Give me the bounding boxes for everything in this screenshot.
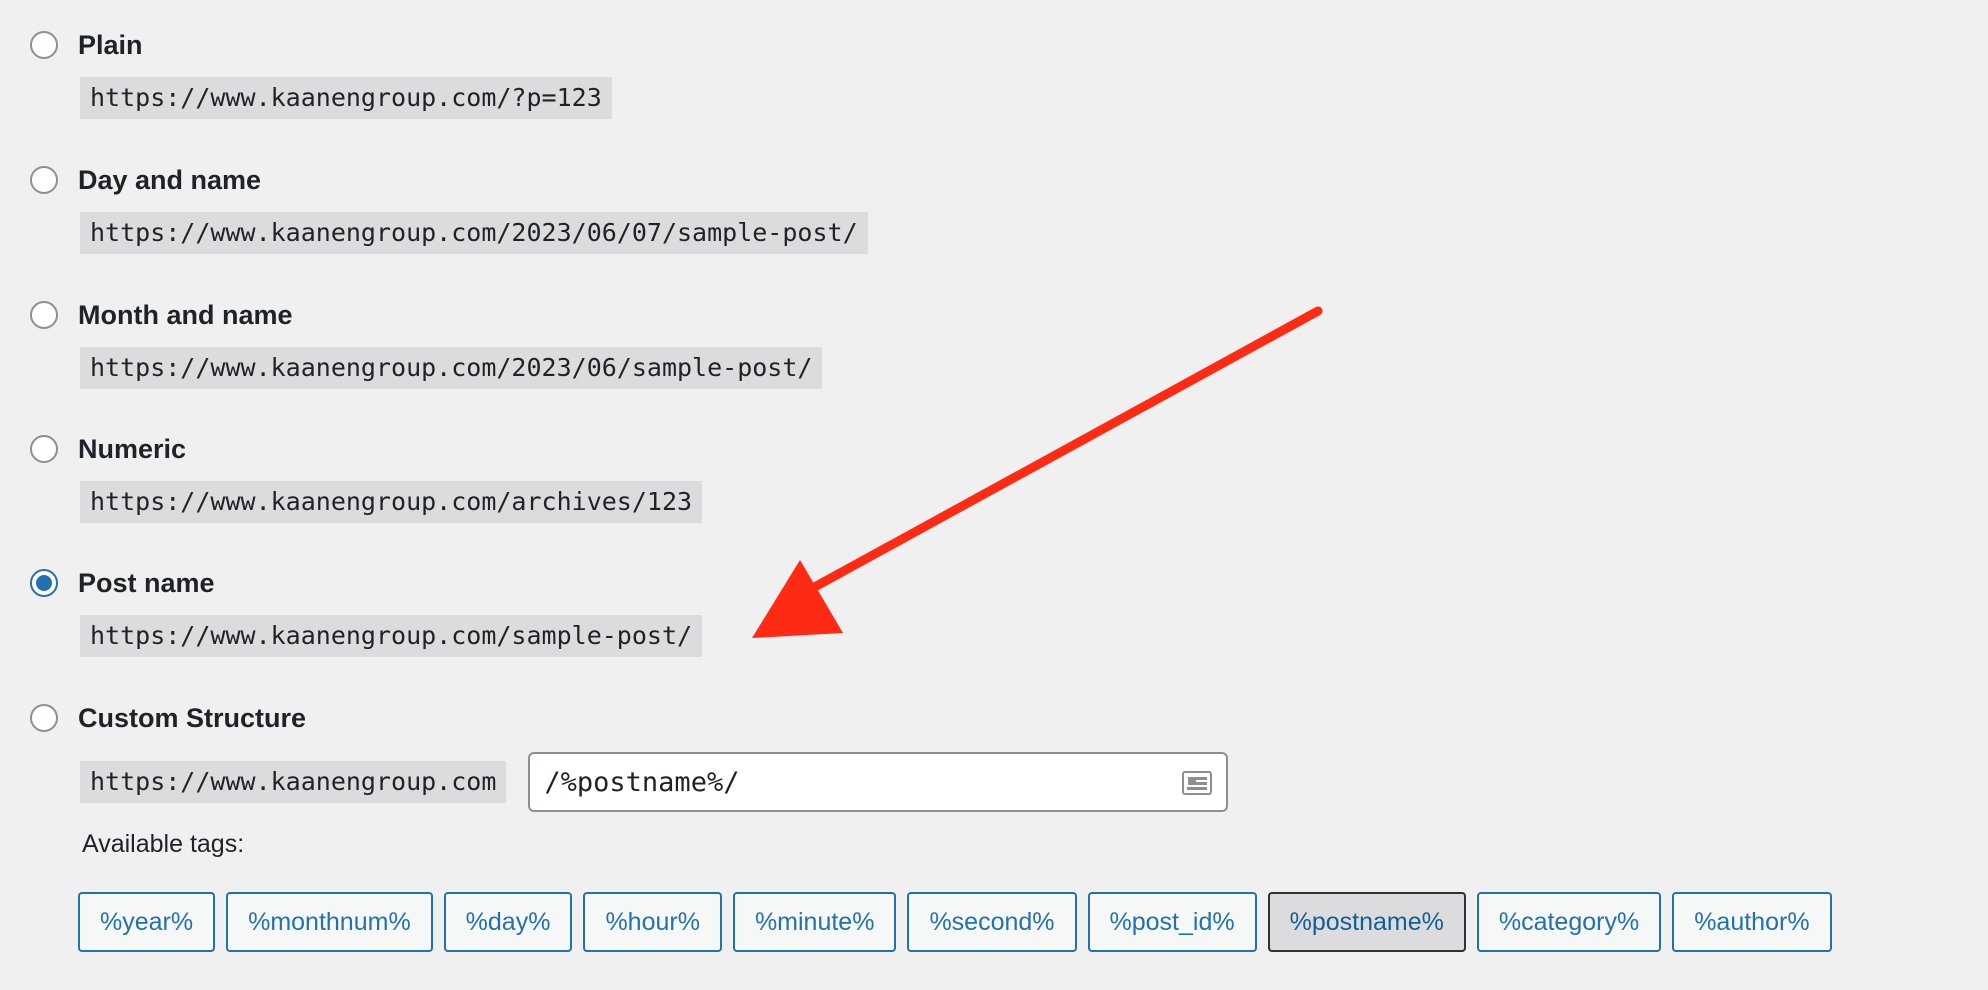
option-label: Post name bbox=[78, 567, 215, 598]
example-url: https://www.kaanengroup.com/archives/123 bbox=[80, 481, 703, 523]
radio-month-and-name[interactable] bbox=[30, 301, 58, 329]
option-numeric: Numeric https://www.kaanengroup.com/arch… bbox=[30, 429, 703, 523]
tag-year[interactable]: %year% bbox=[78, 892, 216, 952]
tag-second[interactable]: %second% bbox=[907, 892, 1077, 952]
base-url: https://www.kaanengroup.com bbox=[80, 761, 507, 803]
example-url: https://www.kaanengroup.com/2023/06/07/s… bbox=[80, 212, 868, 254]
available-tags-label: Available tags: bbox=[82, 830, 245, 858]
example-url: https://www.kaanengroup.com/?p=123 bbox=[80, 77, 612, 119]
example-url: https://www.kaanengroup.com/2023/06/samp… bbox=[80, 347, 823, 389]
tag-minute[interactable]: %minute% bbox=[732, 892, 897, 952]
id-card-icon bbox=[1182, 771, 1213, 795]
option-label: Custom Structure bbox=[78, 702, 307, 733]
tag-postname[interactable]: %postname% bbox=[1267, 892, 1466, 952]
custom-structure-input[interactable] bbox=[544, 766, 1165, 798]
tag-author[interactable]: %author% bbox=[1672, 892, 1832, 952]
radio-custom-structure[interactable] bbox=[30, 704, 58, 732]
option-custom-structure: Custom Structure bbox=[30, 698, 306, 738]
radio-numeric[interactable] bbox=[30, 435, 58, 463]
tag-category[interactable]: %category% bbox=[1476, 892, 1662, 952]
custom-structure-row: https://www.kaanengroup.com bbox=[80, 752, 1229, 812]
tag-post-id[interactable]: %post_id% bbox=[1087, 892, 1257, 952]
custom-structure-field[interactable] bbox=[528, 752, 1229, 812]
example-url: https://www.kaanengroup.com/sample-post/ bbox=[80, 615, 703, 657]
radio-plain[interactable] bbox=[30, 31, 58, 59]
option-label: Numeric bbox=[78, 433, 187, 464]
option-post-name: Post name https://www.kaanengroup.com/sa… bbox=[30, 563, 703, 657]
option-day-and-name: Day and name https://www.kaanengroup.com… bbox=[30, 160, 868, 254]
option-month-and-name: Month and name https://www.kaanengroup.c… bbox=[30, 295, 823, 389]
tag-monthnum[interactable]: %monthnum% bbox=[226, 892, 433, 952]
tag-day[interactable]: %day% bbox=[443, 892, 573, 952]
option-label: Month and name bbox=[78, 299, 293, 330]
tag-hour[interactable]: %hour% bbox=[583, 892, 722, 952]
option-plain: Plain https://www.kaanengroup.com/?p=123 bbox=[30, 25, 612, 119]
option-label: Day and name bbox=[78, 164, 262, 195]
radio-day-and-name[interactable] bbox=[30, 166, 58, 194]
option-label: Plain bbox=[78, 29, 143, 60]
available-tags: %year% %monthnum% %day% %hour% %minute% … bbox=[78, 892, 1843, 952]
radio-post-name[interactable] bbox=[30, 569, 58, 597]
